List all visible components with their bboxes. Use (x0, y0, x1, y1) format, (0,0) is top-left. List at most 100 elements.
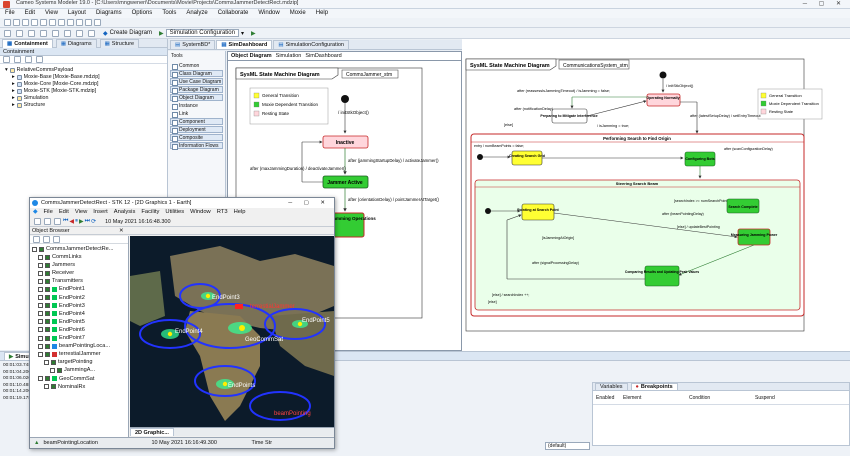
visibility-checkbox[interactable] (44, 359, 49, 365)
tab-structure[interactable]: ▦ Structure (99, 38, 140, 48)
play-icon[interactable]: ▶ (251, 30, 256, 37)
stk-new-icon[interactable] (34, 218, 41, 225)
print-icon[interactable] (94, 19, 101, 26)
tree-item[interactable]: ▸ Moxie-Base [Moxie-Base.mdzip] (2, 74, 165, 81)
object-tree-item[interactable]: EndPoint7 (30, 334, 128, 342)
expand-icon[interactable] (25, 56, 32, 63)
enabled-checkbox[interactable] (51, 384, 56, 390)
undo-icon[interactable] (31, 19, 38, 26)
layout-icon[interactable] (64, 29, 71, 37)
forward-icon[interactable] (16, 29, 23, 37)
enabled-checkbox[interactable] (45, 327, 50, 333)
object-tree-item[interactable]: targetPointing (30, 358, 128, 366)
enabled-checkbox[interactable] (45, 319, 50, 325)
enabled-checkbox[interactable] (51, 359, 56, 365)
visibility-checkbox[interactable] (38, 287, 43, 293)
copy-icon[interactable] (58, 19, 65, 26)
enabled-checkbox[interactable] (39, 246, 44, 252)
visibility-checkbox[interactable] (38, 262, 43, 268)
ob-new-icon[interactable] (33, 236, 40, 243)
stk-menu-utilities[interactable]: Utilities (162, 208, 187, 217)
stk-menu-rt3[interactable]: RT3 (214, 208, 231, 217)
stk-menu-edit[interactable]: Edit (56, 208, 72, 217)
object-tree-item[interactable]: EndPoint3 (30, 302, 128, 310)
object-tree-item[interactable]: EndPoint4 (30, 310, 128, 318)
ob-properties-icon[interactable] (43, 236, 50, 243)
enabled-checkbox[interactable] (45, 335, 50, 341)
cut-icon[interactable] (49, 19, 56, 26)
validate-icon[interactable] (76, 29, 83, 37)
palette-information-flows[interactable]: Information Flows (170, 142, 223, 150)
tab-simdashboard[interactable]: ▤ SimDashboard (216, 40, 273, 49)
object-tree-item[interactable]: terrestialJammer (30, 350, 128, 358)
visibility-checkbox[interactable] (38, 278, 43, 284)
visibility-checkbox[interactable] (44, 384, 49, 390)
object-tree-item[interactable]: EndPoint5 (30, 318, 128, 326)
menu-window[interactable]: Window (253, 9, 284, 18)
visibility-checkbox[interactable] (38, 327, 43, 333)
close-icon[interactable]: ✕ (119, 228, 124, 234)
visibility-checkbox[interactable] (38, 335, 43, 341)
enabled-checkbox[interactable] (45, 351, 50, 357)
visibility-checkbox[interactable] (38, 254, 43, 260)
menu-collaborate[interactable]: Collaborate (213, 9, 254, 18)
palette-object-diagram[interactable]: Object Diagram (170, 94, 223, 102)
palette-component-diagram[interactable]: Component Diagram (170, 118, 223, 132)
object-tree-item[interactable]: Receiver (30, 269, 128, 277)
enabled-checkbox[interactable] (45, 343, 50, 349)
object-tree-item[interactable]: beamPointingLoca... (30, 342, 128, 350)
palette-instance[interactable]: Instance (170, 102, 223, 110)
menu-help[interactable]: Help (311, 9, 333, 18)
stk-save-icon[interactable] (54, 218, 61, 225)
tree-item[interactable]: ▾ RelativeCommsPayload (2, 67, 165, 74)
initial-state[interactable] (341, 95, 349, 103)
initial-state[interactable] (659, 71, 667, 79)
state-comparing[interactable] (644, 265, 680, 287)
zoom-icon[interactable] (85, 19, 92, 26)
palette-link[interactable]: Link (170, 110, 223, 118)
object-tree-item[interactable]: JammingA... (30, 366, 128, 374)
enabled-checkbox[interactable] (45, 278, 50, 284)
tree-item[interactable]: ▸ Moxie-STK [Moxie-STK.mdzip] (2, 88, 165, 95)
object-tree-item[interactable]: EndPoint1 (30, 285, 128, 293)
settings-icon[interactable] (36, 56, 43, 63)
new-icon[interactable] (4, 19, 11, 26)
visibility-checkbox[interactable] (38, 376, 43, 382)
realtime-icon[interactable]: ⟳ (91, 218, 96, 225)
stk-menu-facility[interactable]: Facility (138, 208, 162, 217)
enabled-checkbox[interactable] (45, 287, 50, 293)
transition-t3[interactable] (586, 100, 647, 117)
object-tree-item[interactable]: CommsJammerDetectRe... (30, 245, 128, 253)
default-select[interactable]: (default) (545, 442, 590, 450)
tab-systembd[interactable]: ▤ SystemBD* (170, 40, 216, 49)
save-icon[interactable] (22, 19, 29, 26)
object-tree-item[interactable]: NominalRx (30, 383, 128, 391)
object-tree-item[interactable]: GeoCommSat (30, 375, 128, 383)
breadcrumb-simdashboard[interactable]: SimDashboard (305, 53, 341, 59)
menu-edit[interactable]: Edit (20, 9, 40, 18)
redo-icon[interactable] (40, 19, 47, 26)
composite-initial[interactable] (477, 154, 483, 160)
back-icon[interactable] (4, 29, 11, 37)
tab-2d-graphics[interactable]: 2D Graphic... (130, 428, 174, 436)
tree-item[interactable]: ▸ Moxie-Core [Moxie-Core.mdzip] (2, 81, 165, 88)
ob-delete-icon[interactable] (53, 236, 60, 243)
enabled-checkbox[interactable] (45, 303, 50, 309)
visibility-checkbox[interactable] (32, 246, 37, 252)
tab-containment[interactable]: ▦ Containment (2, 38, 53, 48)
palette-package-diagram[interactable]: Package Diagram (170, 86, 223, 94)
palette-use-case-diagram[interactable]: Use Case Diagram (170, 78, 223, 86)
visibility-checkbox[interactable] (38, 343, 43, 349)
object-tree-item[interactable]: EndPoint2 (30, 294, 128, 302)
stk-menu-analysis[interactable]: Analysis (111, 208, 139, 217)
filter-icon[interactable] (3, 56, 10, 63)
palette-composite-structure[interactable]: Composite Structure (170, 134, 223, 148)
visibility-checkbox[interactable] (50, 367, 55, 373)
search-icon[interactable] (40, 29, 47, 37)
menu-file[interactable]: File (0, 9, 20, 18)
visibility-checkbox[interactable] (38, 319, 43, 325)
object-tree-item[interactable]: CommLinks (30, 253, 128, 261)
stk-window-controls[interactable]: ─ ▢ ✕ (288, 198, 330, 208)
stk-open-icon[interactable] (44, 218, 51, 225)
menu-analyze[interactable]: Analyze (181, 9, 212, 18)
